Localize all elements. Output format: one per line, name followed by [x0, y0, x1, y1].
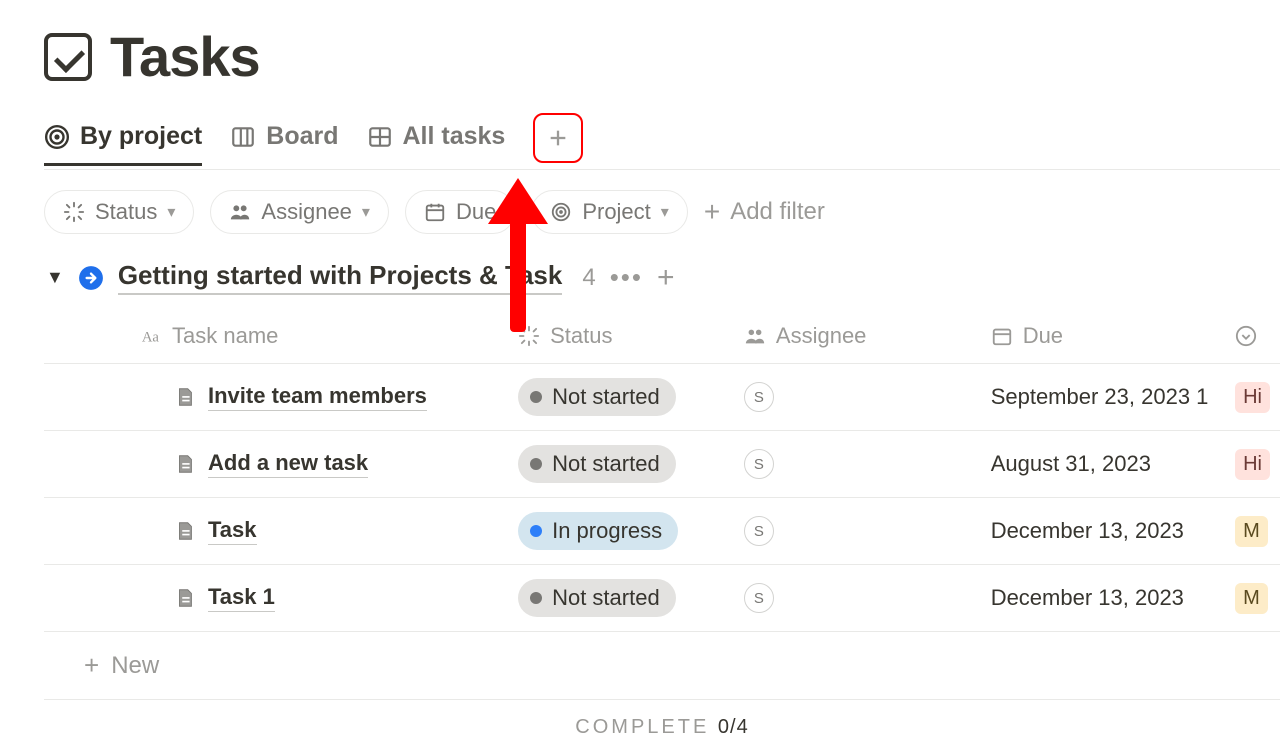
tab-label: All tasks	[403, 122, 506, 151]
group-add-button[interactable]: +	[657, 261, 675, 295]
new-row-button[interactable]: + New	[44, 632, 1280, 700]
filter-due[interactable]: Due	[405, 190, 515, 234]
new-row-label: New	[111, 652, 159, 680]
status-spinner-icon	[518, 325, 540, 347]
page-icon	[174, 520, 196, 542]
plus-icon	[547, 127, 569, 149]
tab-by-project[interactable]: By project	[44, 122, 202, 166]
group-header: ▼ Getting started with Projects & Task 4…	[44, 252, 1280, 309]
task-name[interactable]: Invite team members	[208, 383, 427, 411]
column-header-assignee[interactable]: Assignee	[776, 323, 867, 349]
dropdown-icon	[1235, 325, 1257, 347]
tab-all-tasks[interactable]: All tasks	[367, 122, 506, 166]
status-spinner-icon	[63, 201, 85, 223]
chevron-down-icon: ▾	[167, 202, 175, 222]
tasks-title-icon	[44, 33, 92, 81]
status-pill[interactable]: Not started	[518, 378, 676, 416]
calendar-icon	[424, 201, 446, 223]
page-icon	[174, 386, 196, 408]
status-dot-icon	[530, 458, 542, 470]
target-icon	[44, 124, 70, 150]
priority-pill[interactable]: M	[1235, 516, 1268, 547]
plus-icon: +	[84, 650, 99, 681]
group-count: 4	[582, 264, 595, 292]
task-name[interactable]: Task 1	[208, 584, 275, 612]
svg-text:Aa: Aa	[142, 330, 160, 346]
calendar-icon	[991, 325, 1013, 347]
priority-pill[interactable]: Hi	[1235, 449, 1270, 480]
avatar[interactable]: S	[744, 449, 774, 479]
due-cell[interactable]: December 13, 2023	[981, 498, 1225, 565]
table-footer: COMPLETE 0/4	[44, 700, 1280, 755]
page-icon	[174, 587, 196, 609]
filters-bar: Status ▾ Assignee ▾ Due Project ▾ + Add …	[44, 170, 1280, 252]
table-icon	[367, 124, 393, 150]
priority-pill[interactable]: Hi	[1235, 382, 1270, 413]
add-filter-label: Add filter	[730, 198, 825, 226]
status-dot-icon	[530, 525, 542, 537]
column-header-status[interactable]: Status	[550, 323, 612, 349]
page-title: Tasks	[110, 24, 260, 89]
filter-assignee[interactable]: Assignee ▾	[210, 190, 389, 234]
status-dot-icon	[530, 391, 542, 403]
page-icon	[174, 453, 196, 475]
avatar[interactable]: S	[744, 583, 774, 613]
table-row[interactable]: Invite team members Not started S September…	[44, 364, 1280, 431]
footer-label: COMPLETE	[575, 716, 709, 738]
text-icon: Aa	[140, 325, 162, 347]
group-more-button[interactable]: •••	[610, 262, 643, 293]
target-icon	[550, 201, 572, 223]
filter-label: Project	[582, 199, 650, 225]
table-row[interactable]: Task In progress S December 13, 2023 M	[44, 498, 1280, 565]
people-icon	[229, 201, 251, 223]
filter-label: Status	[95, 199, 157, 225]
filter-label: Assignee	[261, 199, 352, 225]
filter-label: Due	[456, 199, 496, 225]
footer-value: 0/4	[718, 716, 749, 738]
avatar[interactable]: S	[744, 382, 774, 412]
status-dot-icon	[530, 592, 542, 604]
group-collapse-toggle[interactable]: ▼	[46, 267, 64, 288]
add-filter-button[interactable]: + Add filter	[704, 196, 825, 228]
priority-pill[interactable]: M	[1235, 583, 1268, 614]
arrow-circle-icon	[78, 265, 104, 291]
status-pill[interactable]: Not started	[518, 579, 676, 617]
tasks-table: Aa Task name Status Assignee Due	[44, 309, 1280, 632]
column-header-due[interactable]: Due	[1023, 323, 1063, 349]
chevron-down-icon: ▾	[661, 202, 669, 222]
tab-label: By project	[80, 122, 202, 151]
due-cell[interactable]: August 31, 2023	[981, 431, 1225, 498]
board-icon	[230, 124, 256, 150]
filter-status[interactable]: Status ▾	[44, 190, 194, 234]
group-title[interactable]: Getting started with Projects & Task	[118, 260, 563, 295]
due-cell[interactable]: September 23, 2023 1	[981, 364, 1225, 431]
status-pill[interactable]: Not started	[518, 445, 676, 483]
people-icon	[744, 325, 766, 347]
column-header-name[interactable]: Task name	[172, 323, 278, 349]
chevron-down-icon: ▾	[362, 202, 370, 222]
avatar[interactable]: S	[744, 516, 774, 546]
task-name[interactable]: Add a new task	[208, 450, 368, 478]
table-row[interactable]: Add a new task Not started S August 31, 202…	[44, 431, 1280, 498]
view-tabs: By project Board All tasks	[44, 119, 1280, 170]
tab-board[interactable]: Board	[230, 122, 338, 166]
task-name[interactable]: Task	[208, 517, 257, 545]
add-view-button[interactable]	[533, 113, 583, 163]
plus-icon: +	[704, 196, 720, 228]
filter-project[interactable]: Project ▾	[531, 190, 688, 234]
table-row[interactable]: Task 1 Not started S December 13, 2023 M	[44, 565, 1280, 632]
tab-label: Board	[266, 122, 338, 151]
status-pill[interactable]: In progress	[518, 512, 678, 550]
due-cell[interactable]: December 13, 2023	[981, 565, 1225, 632]
